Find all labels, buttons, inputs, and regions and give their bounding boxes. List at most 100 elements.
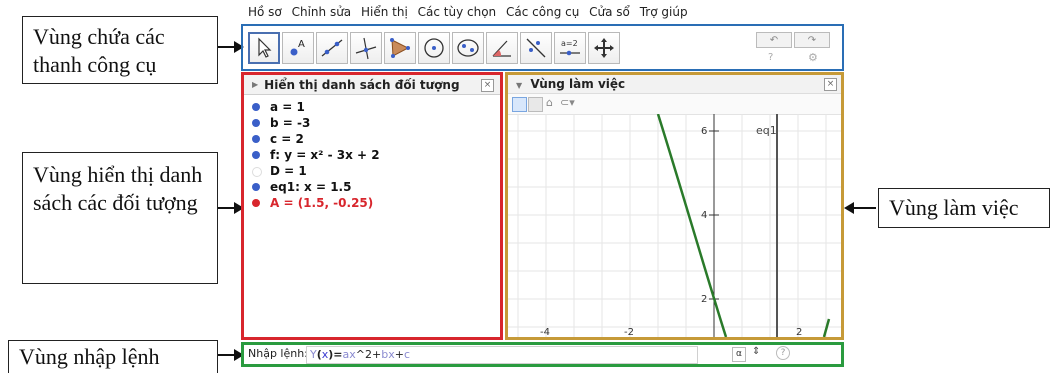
redo-button[interactable]: ↷	[794, 32, 830, 48]
algebra-title: Hiển thị danh sách đối tượng	[264, 77, 460, 92]
callout-toolbar-text: Vùng chứa các thanh công cụ	[33, 24, 165, 77]
graphics-style-bar: ⌂ ⊂▾	[508, 94, 841, 115]
tool-slider[interactable]: a=2	[554, 32, 586, 64]
visibility-dot-icon[interactable]	[252, 167, 262, 177]
point-tool-icon: A	[290, 39, 305, 56]
input-label: Nhập lệnh:	[248, 347, 308, 360]
algebra-object-text: f: y = x² - 3x + 2	[270, 148, 380, 162]
callout-workspace-arrow	[844, 202, 876, 214]
menu-file[interactable]: Hồ sơ	[248, 5, 282, 19]
tool-angle[interactable]	[486, 32, 518, 64]
tool-circle[interactable]	[418, 32, 450, 64]
parabola-curve[interactable]	[656, 114, 728, 337]
svg-text:A: A	[298, 39, 305, 50]
menu-view[interactable]: Hiển thị	[361, 5, 408, 19]
tool-polygon[interactable]	[384, 32, 416, 64]
visibility-dot-icon[interactable]	[252, 183, 260, 191]
line-tool-icon	[321, 39, 343, 57]
visibility-dot-icon[interactable]	[252, 199, 260, 207]
undo-icon: ↶	[769, 34, 779, 46]
angle-tool-icon	[492, 40, 511, 57]
menu-options[interactable]: Các tùy chọn	[418, 5, 497, 19]
algebra-object-row[interactable]: f: y = x² - 3x + 2	[244, 147, 500, 163]
tool-move[interactable]	[248, 32, 280, 64]
expr-token: +	[394, 348, 404, 361]
callout-input-text: Vùng nhập lệnh	[19, 344, 160, 369]
conic-tool-icon	[457, 39, 479, 57]
menu-tools[interactable]: Các công cụ	[506, 5, 579, 19]
callout-algebra-text: Vùng hiển thị danh sách các đối tượng	[33, 162, 203, 215]
home-icon[interactable]: ⌂	[546, 96, 553, 109]
tool-move-view[interactable]	[588, 32, 620, 64]
polygon-tool-icon	[390, 38, 410, 58]
visibility-dot-icon[interactable]	[252, 119, 260, 127]
callout-workspace: Vùng làm việc	[878, 188, 1050, 228]
expr-token: Y	[310, 348, 317, 361]
input-help-text: ?	[780, 348, 786, 358]
menu-bar: Hồ sơ Chỉnh sửa Hiển thị Các tùy chọn Cá…	[248, 5, 694, 19]
input-help-icon[interactable]: ?	[776, 346, 790, 360]
tool-reflect[interactable]	[520, 32, 552, 64]
perpendicular-tool-icon	[355, 37, 377, 60]
toolbar-settings-icon[interactable]: ⚙	[808, 51, 818, 64]
tool-line[interactable]	[316, 32, 348, 64]
algebra-panel: ▶ Hiển thị danh sách đối tượng × a = 1 b …	[241, 72, 503, 340]
axes-toggle-icon[interactable]	[512, 97, 527, 112]
callout-toolbar: Vùng chứa các thanh công cụ	[22, 16, 218, 84]
graphics-close-icon[interactable]: ×	[824, 78, 837, 91]
algebra-object-row[interactable]: a = 1	[244, 99, 500, 115]
algebra-object-row[interactable]: eq1: x = 1.5	[244, 179, 500, 195]
menu-edit[interactable]: Chỉnh sửa	[292, 5, 352, 19]
grid-toggle-icon[interactable]	[528, 97, 543, 112]
callout-workspace-text: Vùng làm việc	[889, 195, 1019, 220]
tool-point[interactable]: A	[282, 32, 314, 64]
algebra-object-row[interactable]: D = 1	[244, 163, 500, 179]
eq1-label: eq1	[756, 124, 777, 137]
graphics-view[interactable]: ▼ Vùng làm việc × ⌂ ⊂▾ 6 4 2 -4 -2 2 eq1	[508, 75, 841, 337]
algebra-object-text: c = 2	[270, 132, 304, 146]
y-tick-2: 2	[701, 294, 707, 305]
undo-button[interactable]: ↶	[756, 32, 792, 48]
redo-icon: ↷	[807, 34, 817, 46]
collapse-arrow-icon[interactable]: ▶	[252, 80, 258, 89]
graphics-title: Vùng làm việc	[530, 77, 626, 91]
algebra-object-text: eq1: x = 1.5	[270, 180, 352, 194]
algebra-object-text: A = (1.5, -0.25)	[270, 196, 374, 210]
command-input[interactable]: Y(x)=ax^2+bx+c	[306, 346, 698, 364]
tool-conic[interactable]	[452, 32, 484, 64]
visibility-dot-icon[interactable]	[252, 103, 260, 111]
input-dropdown-icon[interactable]: ⇕	[752, 346, 760, 357]
alpha-button[interactable]: α	[732, 347, 746, 362]
callout-toolbar-arrow	[218, 41, 244, 53]
callout-input-arrow	[218, 349, 244, 361]
graphics-collapse-icon[interactable]: ▼	[516, 81, 522, 90]
graphics-canvas: 6 4 2 -4 -2 2 eq1	[508, 114, 841, 337]
input-bar: Nhập lệnh: Y(x)=ax^2+bx+c α ⇕ ?	[244, 345, 841, 364]
algebra-object-text: a = 1	[270, 100, 305, 114]
algebra-object-row[interactable]: A = (1.5, -0.25)	[244, 195, 500, 211]
expr-token: )=	[328, 348, 343, 361]
point-capture-icon[interactable]: ⊂▾	[560, 96, 575, 109]
menu-window[interactable]: Cửa sổ	[589, 5, 630, 19]
tool-perpendicular[interactable]	[350, 32, 382, 64]
expr-token: ax	[342, 348, 356, 361]
circle-tool-icon	[424, 38, 444, 58]
x-tick-neg2: -2	[624, 327, 634, 337]
y-tick-4: 4	[701, 210, 707, 221]
menu-help[interactable]: Trợ giúp	[640, 5, 688, 19]
algebra-header: ▶ Hiển thị danh sách đối tượng	[244, 75, 500, 95]
algebra-object-text: D = 1	[270, 164, 307, 178]
algebra-object-row[interactable]: c = 2	[244, 131, 500, 147]
expr-token: c	[403, 348, 411, 361]
alpha-icon: α	[736, 349, 742, 359]
visibility-dot-icon[interactable]	[252, 135, 260, 143]
callout-algebra: Vùng hiển thị danh sách các đối tượng	[22, 152, 218, 284]
undo-redo-area: ↶ ↷ ? ⚙	[756, 29, 838, 67]
x-tick-2: 2	[796, 327, 802, 337]
algebra-object-row[interactable]: b = -3	[244, 115, 500, 131]
visibility-dot-icon[interactable]	[252, 151, 260, 159]
algebra-close-icon[interactable]: ×	[481, 79, 494, 92]
move-tool-icon	[258, 37, 272, 58]
toolbar-help-icon[interactable]: ?	[768, 52, 773, 63]
command-input-value: Y(x)=ax^2+bx+c	[310, 348, 410, 361]
